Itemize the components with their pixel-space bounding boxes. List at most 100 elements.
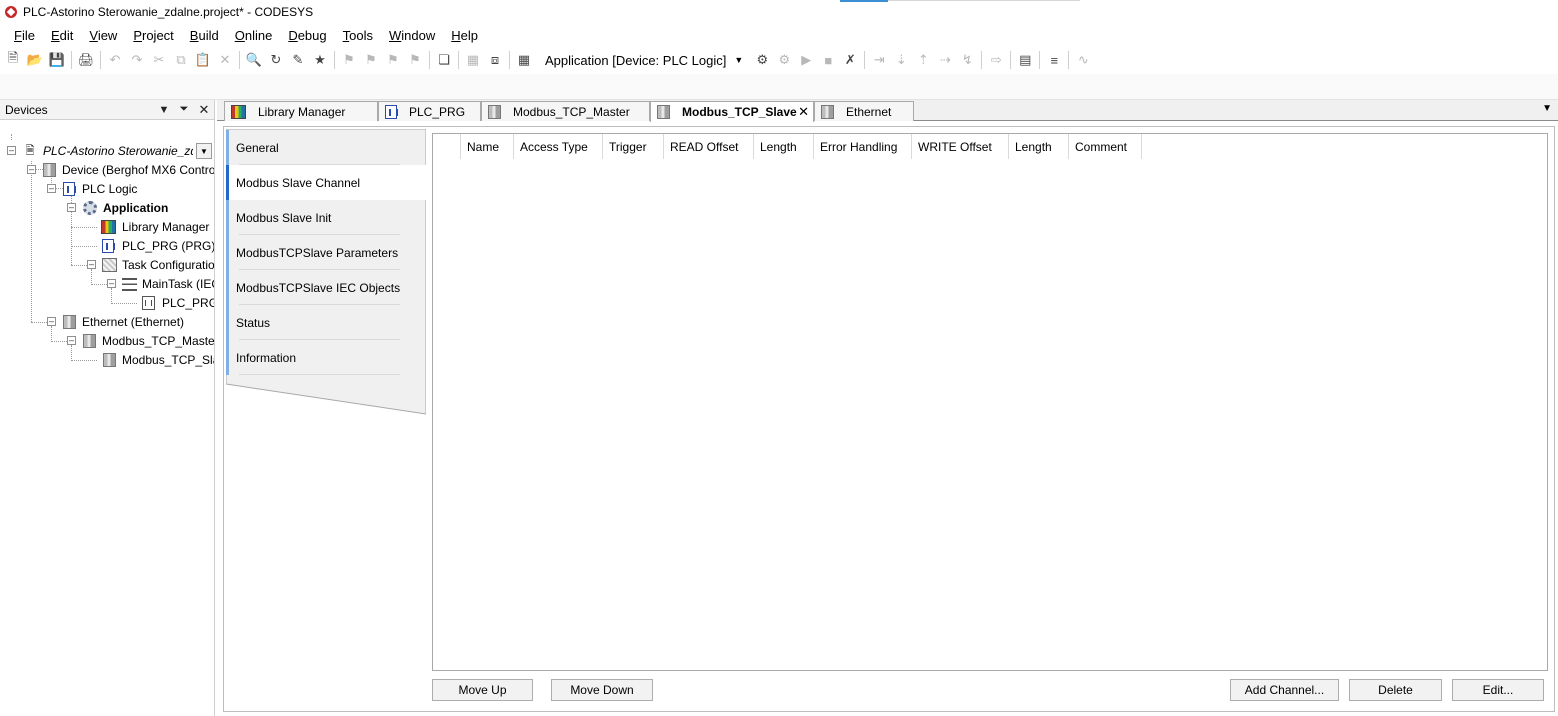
tree-item-project-root[interactable]: – 🗎 PLC-Astorino Sterowanie_zdalne ▼ — [0, 141, 214, 160]
tree-item-application[interactable]: – Application — [0, 198, 214, 217]
side-tab-general[interactable]: General — [226, 130, 426, 165]
collapse-icon[interactable]: – — [27, 165, 36, 174]
start-icon[interactable]: ▶ — [795, 49, 817, 71]
modbus-channel-table[interactable]: Name Access Type Trigger READ Offset Len… — [432, 133, 1548, 671]
tab-overflow-chevron-icon[interactable]: ▼ — [1542, 103, 1552, 114]
tab-ethernet[interactable]: Ethernet — [814, 101, 914, 121]
menu-edit[interactable]: Edit — [43, 28, 81, 43]
menu-project[interactable]: Project — [125, 28, 181, 43]
windows-icon[interactable]: ❏ — [433, 49, 455, 71]
collapse-icon[interactable]: – — [87, 260, 96, 269]
tree-item-device[interactable]: – Device (Berghof MX6 Control) — [0, 160, 214, 179]
tree-item-plc-logic[interactable]: – PLC Logic — [0, 179, 214, 198]
redo-icon[interactable]: ↷ — [126, 49, 148, 71]
collapse-icon[interactable]: – — [107, 279, 116, 288]
login-icon[interactable]: ⚙ — [751, 49, 773, 71]
column-header-comment[interactable]: Comment — [1069, 134, 1142, 159]
delete-icon[interactable]: ✕ — [214, 49, 236, 71]
column-header-read-length[interactable]: Length — [754, 134, 814, 159]
tree-item-modbus-tcp-master[interactable]: – Modbus_TCP_Master (Modbus TCP Master) — [0, 331, 214, 350]
logout-icon[interactable]: ⚙ — [773, 49, 795, 71]
collapse-icon[interactable]: – — [67, 336, 76, 345]
column-header-access-type[interactable]: Access Type — [514, 134, 603, 159]
save-project-icon[interactable]: 💾 — [46, 49, 68, 71]
column-header-error-handling[interactable]: Error Handling — [814, 134, 912, 159]
device-menu-icon[interactable]: ▦ — [462, 49, 484, 71]
write-values-icon[interactable]: ▤ — [1014, 49, 1036, 71]
menu-debug[interactable]: Debug — [280, 28, 334, 43]
side-tab-modbus-slave-channel[interactable]: Modbus Slave Channel — [226, 165, 426, 200]
show-next-statement-icon[interactable]: ⇨ — [985, 49, 1007, 71]
collapse-icon[interactable]: – — [67, 203, 76, 212]
tree-item-modbus-tcp-slave[interactable]: Modbus_TCP_Slave — [0, 350, 214, 369]
tree-item-ethernet[interactable]: – Ethernet (Ethernet) — [0, 312, 214, 331]
edit-button[interactable]: Edit... — [1452, 679, 1544, 701]
column-header-write-length[interactable]: Length — [1009, 134, 1069, 159]
tab-modbus-tcp-master[interactable]: Modbus_TCP_Master — [481, 101, 650, 121]
add-channel-button[interactable]: Add Channel... — [1230, 679, 1339, 701]
bookmark-prev-icon[interactable]: ⚑ — [360, 49, 382, 71]
tab-plc-prg[interactable]: PLC_PRG — [378, 101, 481, 121]
side-tab-information[interactable]: Information — [226, 340, 426, 375]
step-out-icon[interactable]: ⇡ — [912, 49, 934, 71]
menu-file[interactable]: File — [6, 28, 43, 43]
move-down-button[interactable]: Move Down — [551, 679, 653, 701]
tree-item-library-manager[interactable]: Library Manager — [0, 217, 214, 236]
side-tab-modbustcpslave-parameters[interactable]: ModbusTCPSlave Parameters — [226, 235, 426, 270]
cut-icon[interactable]: ✂ — [148, 49, 170, 71]
open-project-icon[interactable]: 📂 — [24, 49, 46, 71]
tab-modbus-tcp-slave[interactable]: Modbus_TCP_Slave ✕ — [650, 101, 814, 122]
replace-icon[interactable]: ✎ — [287, 49, 309, 71]
collapse-icon[interactable]: – — [47, 184, 56, 193]
active-application-select[interactable]: Application [Device: PLC Logic] ▼ — [539, 50, 747, 70]
reset-tools-icon[interactable]: ✗ — [839, 49, 861, 71]
menu-build[interactable]: Build — [182, 28, 227, 43]
column-header-read-offset[interactable]: READ Offset — [664, 134, 754, 159]
bookmark-icon[interactable]: ⚑ — [338, 49, 360, 71]
side-tab-status[interactable]: Status — [226, 305, 426, 340]
new-project-icon[interactable]: 🗎 — [2, 49, 24, 71]
print-icon[interactable]: 🖨 — [75, 49, 97, 71]
step-into-icon[interactable]: ⇣ — [890, 49, 912, 71]
paste-icon[interactable]: 📋 — [192, 49, 214, 71]
find-icon[interactable]: 🔍 — [243, 49, 265, 71]
run-to-cursor-icon[interactable]: ⇢ — [934, 49, 956, 71]
menu-tools[interactable]: Tools — [335, 28, 381, 43]
column-header-name[interactable]: Name — [461, 134, 514, 159]
pin-icon[interactable]: ⏷ — [174, 103, 194, 116]
undo-icon[interactable]: ↶ — [104, 49, 126, 71]
force-values-icon[interactable]: ≡ — [1043, 49, 1065, 71]
tree-item-main-task[interactable]: – MainTask (IEC-Tasks) — [0, 274, 214, 293]
tree-item-plc-prg[interactable]: PLC_PRG (PRG) — [0, 236, 214, 255]
column-header-trigger[interactable]: Trigger — [603, 134, 664, 159]
collapse-icon[interactable]: – — [7, 146, 16, 155]
close-tab-icon[interactable]: ✕ — [798, 104, 809, 120]
menu-online[interactable]: Online — [227, 28, 281, 43]
stop-icon[interactable]: ■ — [817, 49, 839, 71]
menu-view[interactable]: View — [81, 28, 125, 43]
bookmark-clear-icon[interactable]: ⚑ — [404, 49, 426, 71]
set-next-statement-icon[interactable]: ↯ — [956, 49, 978, 71]
step-over-icon[interactable]: ⇥ — [868, 49, 890, 71]
find-next-icon[interactable]: ↻ — [265, 49, 287, 71]
tree-item-plc-prg-call[interactable]: PLC_PRG — [0, 293, 214, 312]
copy-icon[interactable]: ⧉ — [170, 49, 192, 71]
side-tab-modbus-slave-init[interactable]: Modbus Slave Init — [226, 200, 426, 235]
tab-library-manager[interactable]: Library Manager — [224, 101, 378, 121]
move-up-button[interactable]: Move Up — [432, 679, 533, 701]
tree-item-task-configuration[interactable]: – Task Configuration — [0, 255, 214, 274]
root-dropdown-chevron-icon[interactable]: ▼ — [196, 143, 212, 159]
bookmark-next-icon[interactable]: ⚑ — [382, 49, 404, 71]
panel-menu-chevron-icon[interactable]: ▼ — [154, 104, 174, 116]
menu-window[interactable]: Window — [381, 28, 443, 43]
find-replace-icon[interactable]: ★ — [309, 49, 331, 71]
flow-control-icon[interactable]: ∿ — [1072, 49, 1094, 71]
menu-help[interactable]: Help — [443, 28, 486, 43]
close-icon[interactable]: ✕ — [194, 102, 214, 118]
delete-button[interactable]: Delete — [1349, 679, 1442, 701]
collapse-icon[interactable]: – — [47, 317, 56, 326]
side-tab-modbustcpslave-iec-objects[interactable]: ModbusTCPSlave IEC Objects — [226, 270, 426, 305]
column-header-write-offset[interactable]: WRITE Offset — [912, 134, 1009, 159]
export-icon[interactable]: ⧈ — [484, 49, 506, 71]
calculator-icon[interactable]: ▦ — [513, 49, 535, 71]
